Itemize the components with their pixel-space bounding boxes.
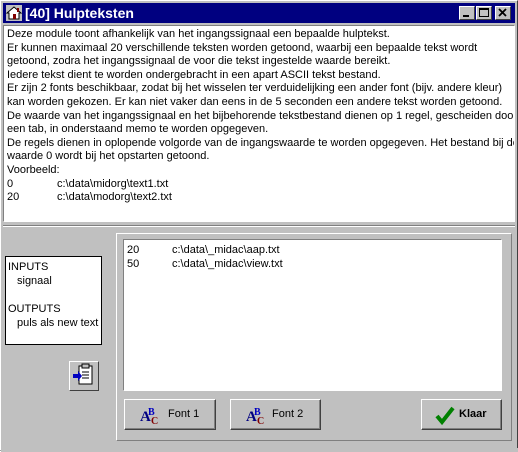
hulpteksten-window: [40] Hulpteksten Deze module toont afhan… bbox=[0, 0, 518, 452]
output-pulse-label: puls als new text bbox=[17, 317, 99, 329]
description-line: Er kunnen maximaal 20 verschillende teks… bbox=[7, 41, 478, 54]
paste-clipboard-button[interactable] bbox=[69, 361, 99, 391]
title-bar[interactable]: [40] Hulpteksten bbox=[3, 3, 515, 23]
close-icon bbox=[498, 8, 507, 17]
memo-value: 20 bbox=[127, 244, 140, 256]
font2-label: Font 2 bbox=[272, 408, 304, 420]
description-line: De regels dienen in oplopende volgorde v… bbox=[7, 136, 515, 149]
description-line: Voorbeeld: bbox=[7, 163, 60, 176]
example-value: 0 bbox=[7, 177, 14, 190]
input-signal-label: signaal bbox=[17, 275, 52, 287]
outputs-heading: OUTPUTS bbox=[8, 303, 61, 315]
example-file: c:\data\midorg\text1.txt bbox=[57, 177, 169, 190]
description-line: Deze module toont afhankelijk van het in… bbox=[7, 28, 390, 40]
maximize-icon bbox=[479, 8, 489, 17]
description-line: een tab, in onderstaand memo te worden o… bbox=[7, 123, 269, 136]
io-info-box: INPUTS signaal OUTPUTS puls als new text bbox=[5, 256, 102, 345]
memo-value: 50 bbox=[127, 258, 140, 270]
svg-text:C: C bbox=[257, 416, 264, 426]
description-text: Deze module toont afhankelijk van het in… bbox=[3, 25, 515, 222]
font-abc-icon: A B C bbox=[140, 407, 158, 426]
minimize-button[interactable] bbox=[459, 6, 475, 20]
memo-file: c:\data\_midac\aap.txt bbox=[172, 244, 280, 256]
font1-button[interactable]: A B C Font 1 bbox=[124, 399, 216, 430]
font-abc-icon: A B C bbox=[246, 407, 264, 426]
memo-line: 20 c:\data\_midac\aap.txt bbox=[127, 243, 498, 257]
klaar-label: Klaar bbox=[459, 408, 487, 420]
example-row: 0 c:\data\midorg\text1.txt bbox=[7, 178, 511, 192]
checkmark-icon bbox=[435, 406, 455, 426]
description-line: Iedere tekst dient te worden ondergebrac… bbox=[7, 68, 381, 81]
clipboard-paste-icon bbox=[73, 363, 93, 385]
memo-line: 50 c:\data\_midac\view.txt bbox=[127, 257, 498, 271]
memo-file: c:\data\_midac\view.txt bbox=[172, 258, 283, 270]
klaar-button[interactable]: Klaar bbox=[421, 399, 502, 430]
inputs-heading: INPUTS bbox=[8, 261, 49, 273]
window-title: [40] Hulpteksten bbox=[25, 5, 134, 21]
description-line: De waarde van het ingangssignaal en het … bbox=[7, 109, 515, 122]
memo-editor[interactable]: 20 c:\data\_midac\aap.txt 50 c:\data\_mi… bbox=[123, 239, 502, 391]
description-line: getoond, zodra het ingangssignaal de voo… bbox=[7, 55, 391, 68]
house-icon bbox=[6, 5, 22, 21]
font1-label: Font 1 bbox=[168, 408, 200, 420]
maximize-button[interactable] bbox=[476, 6, 492, 20]
example-row: 20 c:\data\modorg\text2.txt bbox=[7, 191, 511, 205]
divider bbox=[3, 225, 515, 227]
close-button[interactable] bbox=[495, 6, 511, 20]
svg-text:C: C bbox=[151, 416, 158, 426]
example-value: 20 bbox=[7, 191, 20, 204]
example-file: c:\data\modorg\text2.txt bbox=[57, 191, 172, 204]
bottom-edge bbox=[1, 448, 518, 452]
minimize-icon bbox=[463, 15, 469, 17]
description-line: kan worden gekozen. Er kan niet vaker da… bbox=[7, 95, 503, 108]
description-line: waarde 0 wordt bij het opstarten getoond… bbox=[7, 150, 210, 163]
description-line: Er zijn 2 fonts beschikbaar, zodat bij h… bbox=[7, 82, 503, 95]
font2-button[interactable]: A B C Font 2 bbox=[230, 399, 321, 430]
